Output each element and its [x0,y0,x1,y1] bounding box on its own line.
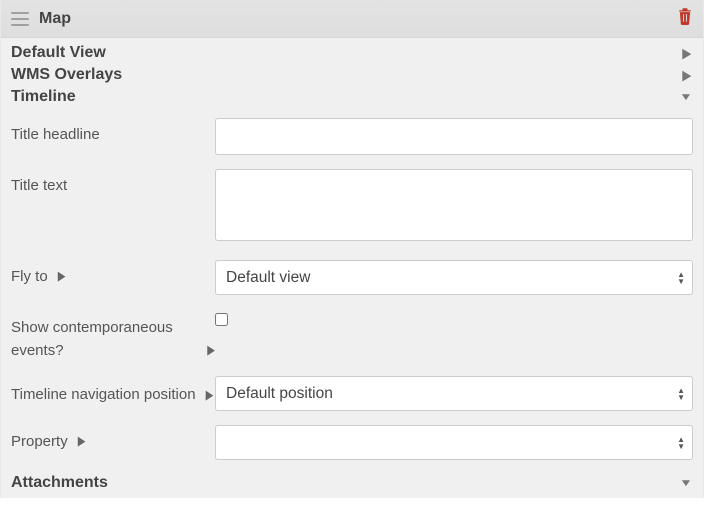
chevron-right-icon: ▶ [58,269,66,283]
label-show-contemporaneous: Show contemporaneous events? ▶ [11,309,215,362]
row-timeline-nav: Timeline navigation position ▶ Default p… [11,376,693,411]
delete-button[interactable] [677,7,693,30]
section-attachments[interactable]: Attachments ▼ [1,472,703,498]
row-show-contemporaneous: Show contemporaneous events? ▶ [11,309,693,362]
section-default-view[interactable]: Default View ▶ [1,38,703,64]
row-title-headline: Title headline [11,118,693,155]
title-text-input[interactable] [215,169,693,241]
label-fly-to: Fly to ▶ [11,260,215,285]
trash-icon [677,7,693,25]
map-panel: Map Default View ▶ WMS Overlays ▶ Timeli… [0,0,704,498]
show-contemporaneous-checkbox[interactable] [215,313,228,326]
timeline-nav-select[interactable]: Default position [215,376,693,411]
drag-handle-icon[interactable] [11,12,29,26]
section-wms-overlays[interactable]: WMS Overlays ▶ [1,64,703,86]
chevron-down-icon: ▼ [679,92,693,103]
chevron-right-icon: ▶ [683,67,691,83]
label-title-headline: Title headline [11,118,215,143]
row-property: Property ▶ ▲▼ [11,425,693,460]
row-title-text: Title text [11,169,693,246]
label-timeline-nav: Timeline navigation position ▶ [11,376,215,407]
chevron-right-icon: ▶ [683,45,691,61]
section-timeline[interactable]: Timeline ▼ [1,86,703,108]
fly-to-select[interactable]: Default view [215,260,693,295]
title-headline-input[interactable] [215,118,693,155]
panel-titlebar: Map [1,0,703,38]
chevron-right-icon: ▶ [78,434,86,448]
row-fly-to: Fly to ▶ Default view ▲▼ [11,260,693,295]
property-select[interactable] [215,425,693,460]
chevron-down-icon: ▼ [679,478,693,489]
chevron-right-icon: ▶ [207,341,215,361]
label-property: Property ▶ [11,425,215,450]
chevron-right-icon: ▶ [206,385,214,405]
timeline-form: Title headline Title text Fly to ▶ Defau… [1,108,703,472]
panel-title: Map [39,10,677,28]
label-title-text: Title text [11,169,215,194]
